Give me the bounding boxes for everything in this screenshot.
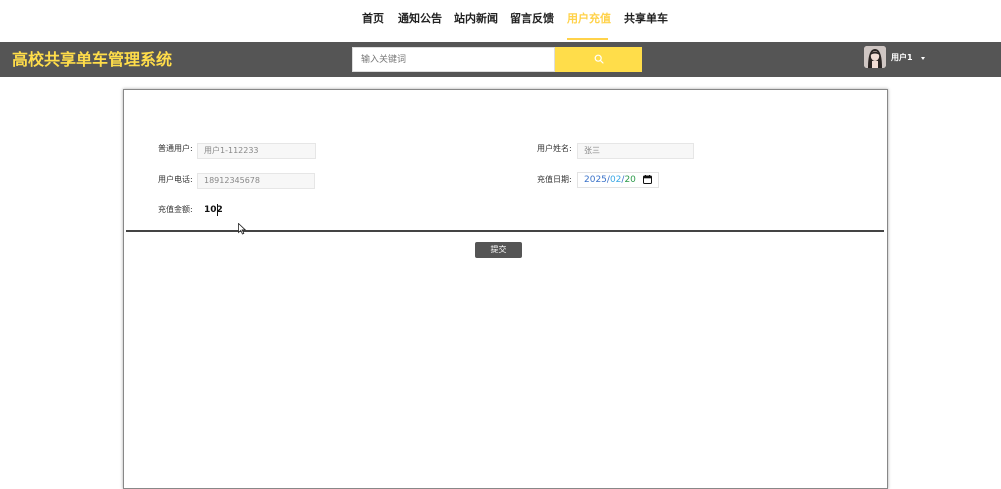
user-account-label: 普通用户: (158, 144, 193, 153)
active-nav-indicator (567, 38, 608, 40)
search-button[interactable] (555, 47, 642, 72)
chevron-down-icon[interactable] (921, 57, 925, 60)
amount-label: 充值金额: (158, 205, 193, 214)
nav-item-home[interactable]: 首页 (362, 12, 384, 26)
search-input[interactable] (352, 47, 555, 72)
nav-item-news[interactable]: 站内新闻 (454, 12, 498, 26)
calendar-icon[interactable] (643, 175, 652, 184)
nav-item-notices[interactable]: 通知公告 (398, 12, 442, 26)
site-title: 高校共享单车管理系统 (12, 50, 173, 69)
date-label: 充值日期: (537, 175, 572, 184)
search-icon (594, 54, 604, 64)
user-name-field[interactable]: 张三 (577, 143, 694, 159)
avatar-image (864, 46, 886, 68)
nav-item-recharge[interactable]: 用户充值 (567, 12, 611, 26)
avatar[interactable] (864, 46, 886, 68)
phone-label: 用户电话: (158, 175, 193, 184)
mouse-pointer-icon (238, 223, 247, 235)
header-bar: 高校共享单车管理系统 (0, 42, 1001, 77)
nav-item-feedback[interactable]: 留言反馈 (510, 12, 554, 26)
user-name-label: 用户姓名: (537, 144, 572, 153)
date-year: 2025 (584, 175, 607, 185)
text-caret (217, 204, 218, 216)
nav-item-bikes[interactable]: 共享单车 (624, 12, 668, 26)
date-month: 02 (609, 175, 622, 185)
top-navigation: 首页 通知公告 站内新闻 留言反馈 用户充值 共享单车 (0, 0, 1001, 42)
user-name[interactable]: 用户1 (891, 53, 913, 63)
phone-field[interactable]: 18912345678 (197, 173, 315, 189)
submit-button[interactable]: 提交 (475, 242, 522, 258)
amount-input[interactable]: 102 (204, 205, 223, 216)
date-day: 20 (624, 175, 636, 185)
user-account-field[interactable]: 用户1-112233 (197, 143, 316, 159)
